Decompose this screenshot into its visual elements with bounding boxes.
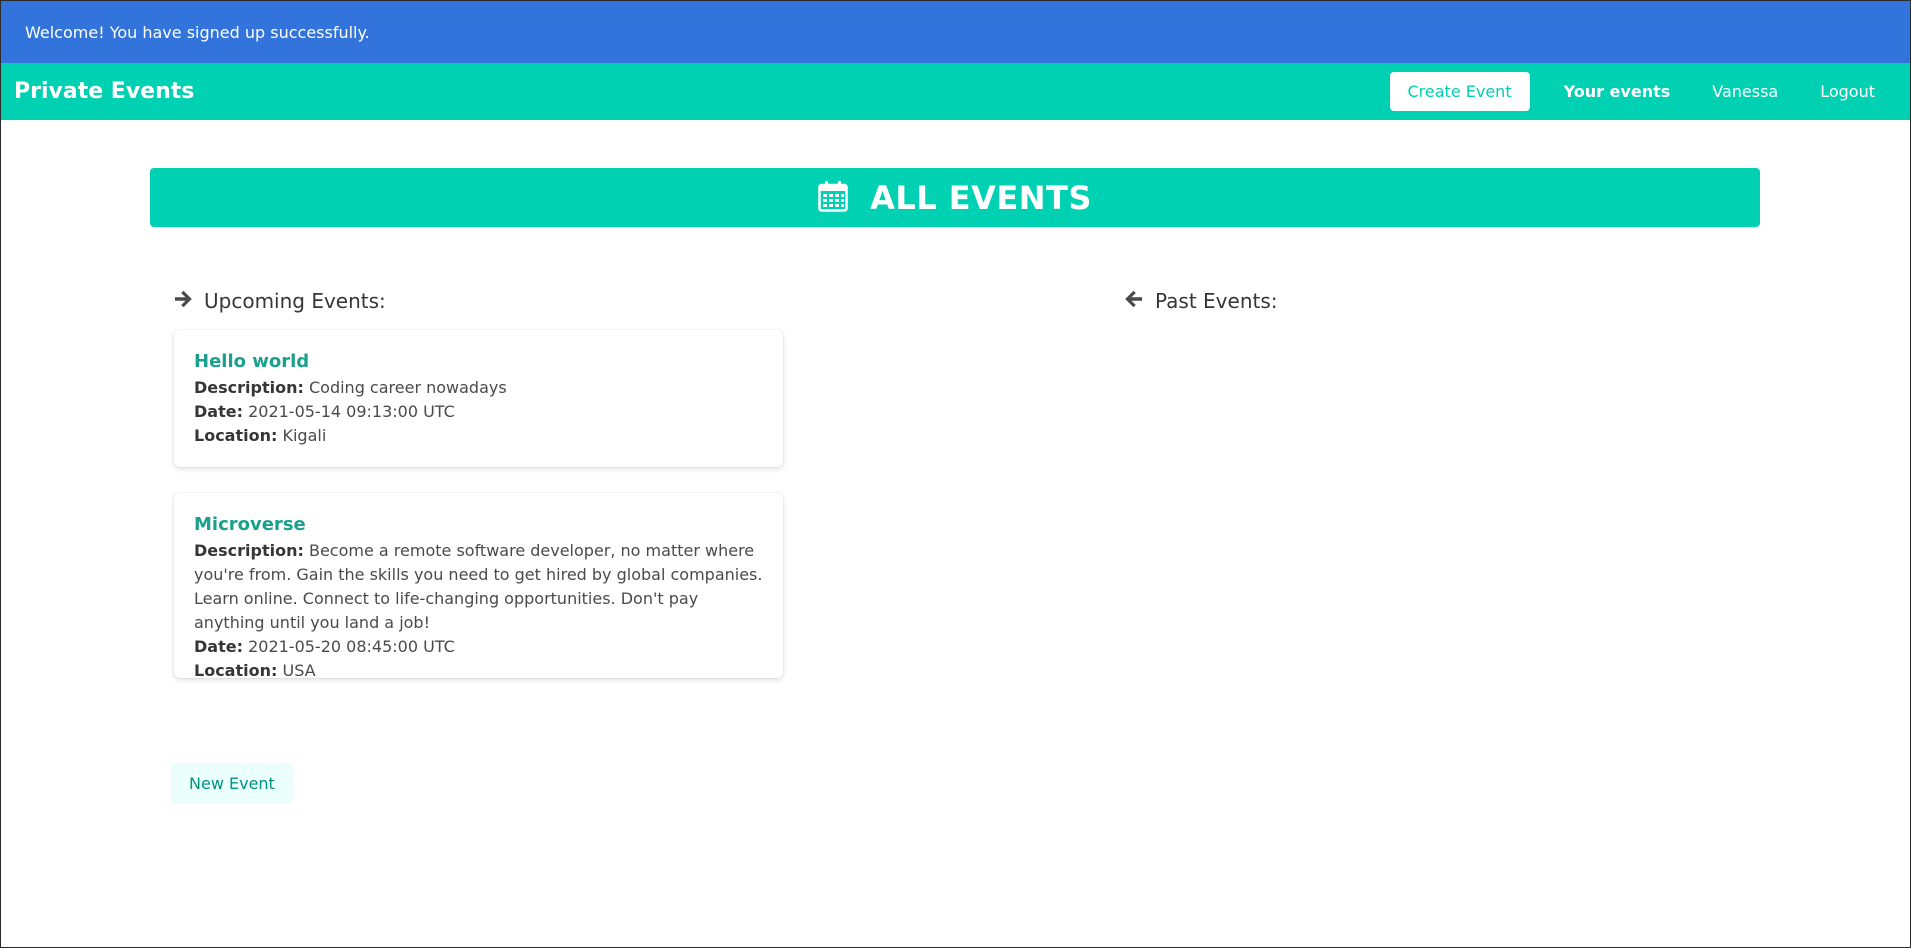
navbar-menu: Create Event Your events Vanessa Logout [1389,63,1897,120]
event-date: Date: 2021-05-14 09:13:00 UTC [194,402,455,421]
your-events-link[interactable]: Your events [1543,63,1692,120]
brand-logo[interactable]: Private Events [14,79,194,104]
past-events-label: Past Events: [1155,289,1278,313]
past-events-heading: Past Events: [1125,289,1278,313]
event-location: Location: Kigali [194,426,327,445]
user-profile-link[interactable]: Vanessa [1691,63,1799,120]
event-card: Microverse Description: Become a remote … [174,493,783,680]
page-title: ALL EVENTS [870,178,1092,217]
flash-message: Welcome! You have signed up successfully… [25,22,370,42]
event-title-link[interactable]: Microverse [194,513,763,537]
event-title-link[interactable]: Hello world [194,350,763,374]
arrow-right-icon [174,289,204,313]
event-date: Date: 2021-05-20 08:45:00 UTC [194,637,455,656]
new-event-button[interactable]: New Event [171,763,293,804]
logout-link[interactable]: Logout [1799,63,1896,120]
create-event-button[interactable]: Create Event [1389,72,1530,111]
event-description: Description: Become a remote software de… [194,541,763,632]
upcoming-events-label: Upcoming Events: [204,289,386,313]
upcoming-events-heading: Upcoming Events: [174,289,386,313]
page-title-banner: ALL EVENTS [150,168,1760,227]
event-description: Description: Coding career nowadays [194,378,507,397]
window-border [0,0,1911,948]
arrow-left-icon [1125,289,1155,313]
navbar: Private Events Create Event Your events … [1,63,1910,120]
event-card: Hello world Description: Coding career n… [174,330,783,467]
flash-notice: Welcome! You have signed up successfully… [1,1,1910,63]
calendar-icon [818,180,870,216]
event-location: Location: USA [194,661,316,680]
